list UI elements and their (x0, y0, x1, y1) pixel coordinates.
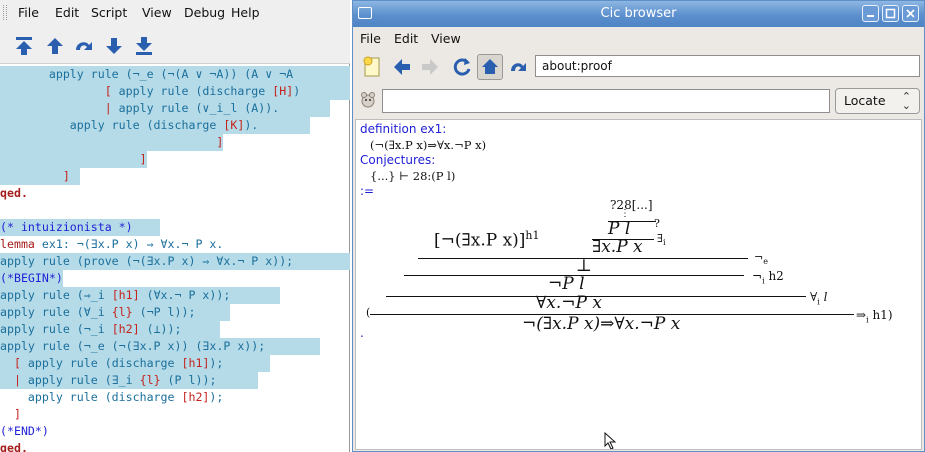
code-line[interactable]: apply rule (⇒_i [h1] (∀x.¬ P x)); (0, 287, 280, 304)
hypothesis-h1: [¬(∃x.P x)]h1 (434, 229, 540, 251)
back-arrow-icon[interactable] (389, 54, 415, 80)
code-line[interactable]: (*BEGIN*) (0, 270, 63, 287)
code-line[interactable]: apply rule (¬_i [h2] (⊥)); (0, 321, 220, 338)
mascot-icon[interactable] (359, 91, 377, 109)
chevron-updown-icon: ⌃ ⌄ (901, 90, 911, 112)
locate-label: Locate (844, 93, 886, 108)
code-line[interactable]: ] (0, 168, 80, 185)
query-input[interactable] (382, 89, 830, 113)
forall-conclusion: ∀x.¬P x (536, 293, 602, 313)
code-line[interactable]: qed. (0, 440, 28, 452)
code-line[interactable]: apply rule (¬_e (¬(A ∨ ¬A)) (A ∨ ¬A (0, 66, 350, 83)
code-line[interactable]: apply rule (prove (¬(∃x.P x) ⇒ ∀x.¬ P x)… (0, 253, 350, 270)
code-line[interactable]: apply rule (discharge [K]). (0, 117, 310, 134)
trailing-dot: . (360, 326, 364, 340)
home-button[interactable] (477, 54, 503, 80)
jump-icon[interactable] (507, 54, 533, 80)
code-line[interactable]: ] (0, 134, 224, 151)
minimize-icon[interactable] (862, 5, 879, 22)
forall-intro-label: ∀i l (810, 290, 828, 307)
step-down-icon[interactable] (103, 35, 125, 57)
conjectures-header: Conjectures: (360, 153, 436, 167)
browser-menu-edit[interactable]: Edit (394, 31, 418, 46)
menu-file[interactable]: File (18, 5, 39, 20)
goal-ellipsis: ⋮ (620, 208, 630, 219)
code-line[interactable]: lemma ex1: ¬(∃x.P x) ⇒ ∀x.¬ P x. (0, 236, 223, 253)
code-line[interactable]: ] (0, 406, 21, 423)
neg-intro-label: ¬i h2 (752, 269, 784, 286)
code-line[interactable]: apply rule (¬_e (¬(∃x.P x)) (∃x.P x)); (0, 338, 320, 355)
window-title: Cic browser (600, 6, 677, 21)
code-line[interactable]: qed. (0, 185, 28, 202)
code-line[interactable]: | apply rule (∨_i_l (A)). (0, 100, 330, 117)
menu-view[interactable]: View (142, 5, 172, 20)
neg-elim-label: ¬e (754, 251, 768, 267)
conjecture-item[interactable]: {...} ⊢ 28:(P l) (370, 169, 455, 183)
browser-menu-view[interactable]: View (431, 31, 461, 46)
cic-browser-window: Cic browser File Edit View about:proof L… (352, 0, 925, 452)
close-icon[interactable] (902, 5, 919, 22)
title-bar[interactable]: Cic browser (353, 1, 924, 27)
exists-conclusion: ∃x.P x (592, 237, 643, 257)
menu-help[interactable]: Help (231, 5, 260, 20)
code-line[interactable]: apply rule (discharge [h2]); (0, 389, 223, 406)
script-code-area[interactable]: apply rule (¬_e (¬(A ∨ ¬A)) (A ∨ ¬A [ ap… (0, 64, 350, 452)
exists-intro-label: ∃i (657, 232, 666, 248)
bottom-conclusion: ⊥ (576, 256, 592, 276)
goto-bottom-icon[interactable] (133, 35, 155, 57)
implies-intro-label: ⇒i h1) (856, 308, 893, 325)
forward-arrow-icon[interactable] (417, 54, 443, 80)
refresh-icon[interactable] (449, 54, 475, 80)
url-input[interactable]: about:proof (535, 55, 920, 77)
premise-pl: P l (608, 219, 631, 239)
open-paren: ( (366, 306, 371, 319)
new-document-icon[interactable] (359, 54, 385, 80)
home-icon (482, 59, 498, 74)
desktop: File Edit Script View Debug Help apply r… (0, 0, 925, 452)
script-editor-window: File Edit Script View Debug Help apply r… (0, 0, 350, 452)
code-line[interactable]: [ apply rule (discharge [h1]); (0, 355, 270, 372)
code-line[interactable]: ] (0, 151, 147, 168)
maximize-icon[interactable] (882, 5, 899, 22)
definition-header[interactable]: definition ex1: (360, 122, 446, 136)
menu-script[interactable]: Script (91, 5, 127, 20)
editor-toolbar (0, 26, 350, 64)
code-line[interactable]: | apply rule (∃_i {l} (P l)); (0, 372, 258, 389)
proof-view: definition ex1: (¬(∃x.P x)⇒∀x.¬P x) Conj… (355, 119, 922, 450)
goto-top-icon[interactable] (13, 35, 35, 57)
menu-debug[interactable]: Debug (184, 5, 225, 20)
editor-menubar: File Edit Script View Debug Help (0, 0, 350, 26)
code-line[interactable]: [ apply rule (discharge [H]) (0, 83, 350, 100)
assign-symbol: := (360, 184, 375, 198)
final-conclusion: ¬(∃x.P x)⇒∀x.¬P x (522, 314, 681, 334)
browser-menu-file[interactable]: File (360, 31, 381, 46)
code-line[interactable]: apply rule (∀_i {l} (¬P l)); (0, 304, 230, 321)
premise-question: ? (654, 217, 660, 230)
goal-placeholder[interactable]: ?28[...] (610, 198, 653, 212)
step-up-icon[interactable] (44, 35, 66, 57)
locate-dropdown[interactable]: Locate ⌃ ⌄ (835, 88, 920, 114)
definition-statement: (¬(∃x.P x)⇒∀x.¬P x) (370, 138, 487, 152)
code-line[interactable]: (*END*) (0, 423, 49, 440)
goto-cursor-icon[interactable] (73, 35, 95, 57)
neg-pl-conclusion: ¬P l (548, 274, 585, 294)
menubar-grip[interactable] (3, 5, 7, 20)
menu-edit[interactable]: Edit (55, 5, 79, 20)
browser-menubar: File Edit View (353, 27, 924, 49)
mouse-pointer-icon (604, 432, 617, 449)
code-line[interactable]: (* intuizionista *) (0, 219, 160, 236)
